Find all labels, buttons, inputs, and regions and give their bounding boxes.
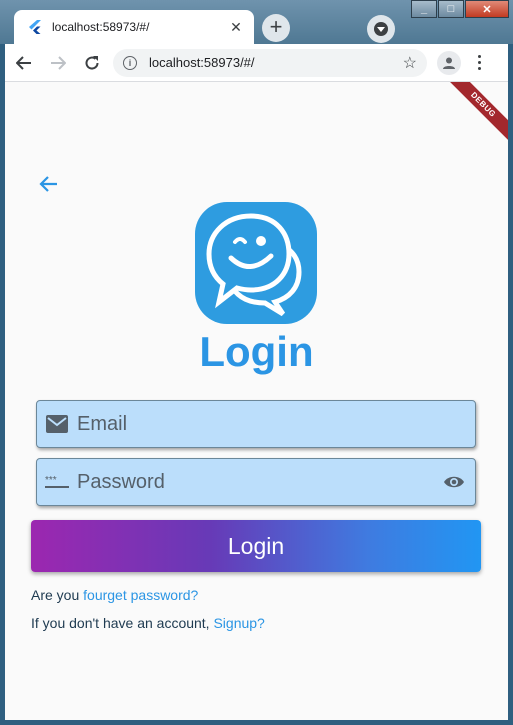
minimize-button[interactable]: _ [411,0,437,18]
password-field[interactable]: *** [36,458,476,506]
url-text: localhost:58973/#/ [149,55,255,70]
password-icon: *** [45,470,69,494]
reload-icon [85,55,99,70]
app-viewport: DEBUG Login *** [5,82,508,720]
new-tab-button[interactable]: + [262,14,290,42]
email-field[interactable] [36,400,476,448]
forgot-password-line: Are you fourget password? [31,587,198,603]
reload-button[interactable] [77,48,107,78]
profile-icon[interactable] [437,50,461,75]
back-nav-button[interactable] [9,48,39,78]
page-title: Login [199,328,314,375]
visibility-icon[interactable] [441,470,467,494]
app-logo-icon [195,202,317,324]
svg-text:***: *** [45,475,57,486]
signup-link[interactable]: Signup? [213,615,264,631]
tab-title: localhost:58973/#/ [52,20,150,34]
browser-toolbar: i localhost:58973/#/ ☆ [5,44,508,82]
info-icon[interactable]: i [123,55,137,70]
address-bar[interactable]: i localhost:58973/#/ ☆ [113,48,427,77]
email-input[interactable] [77,412,467,436]
password-input[interactable] [77,470,441,494]
login-button[interactable]: Login [31,520,481,572]
back-button[interactable] [35,170,63,198]
signup-prefix: If you don't have an account, [31,615,214,631]
browser-tab[interactable]: localhost:58973/#/ ✕ [14,10,254,44]
flutter-favicon-icon [28,20,42,34]
back-arrow-icon [39,176,57,192]
close-window-button[interactable]: ✕ [465,0,509,18]
forward-nav-button[interactable] [43,48,73,78]
forward-arrow-icon [51,55,66,70]
browser-window: localhost:58973/#/ ✕ + _ □ ✕ i localhost… [0,0,513,725]
email-icon [45,412,69,436]
debug-banner: DEBUG [439,82,508,149]
star-icon[interactable]: ☆ [403,53,417,73]
chevron-down-icon [374,22,388,36]
back-arrow-icon [16,55,31,70]
signup-line: If you don't have an account, Signup? [31,615,265,631]
forgot-password-link[interactable]: fourget password? [83,587,198,603]
title-bar: localhost:58973/#/ ✕ + _ □ ✕ [0,0,513,44]
tab-search-button[interactable] [367,15,395,43]
window-controls: _ □ ✕ [410,0,509,18]
tab-close-icon[interactable]: ✕ [228,19,244,36]
maximize-button[interactable]: □ [438,0,464,18]
menu-icon[interactable] [469,55,489,70]
forgot-prefix: Are you [31,587,84,603]
